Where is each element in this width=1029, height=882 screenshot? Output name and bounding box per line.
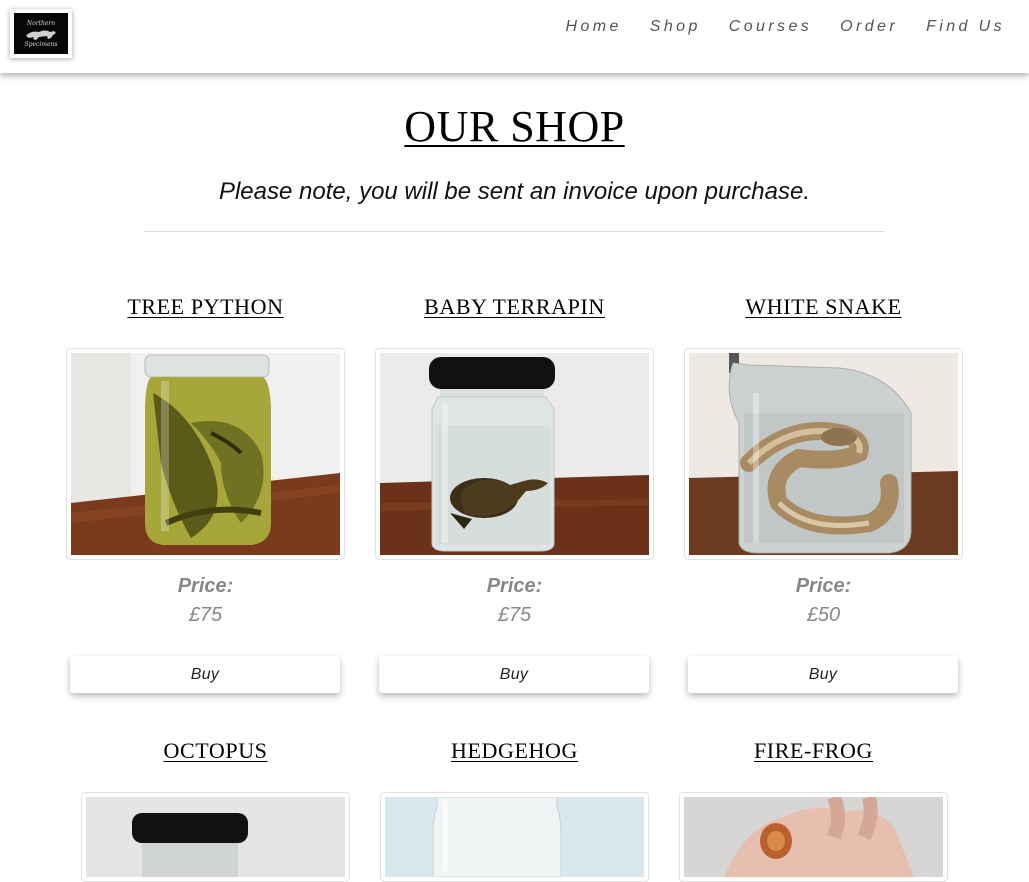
logo-text-line-1: Northern bbox=[26, 19, 56, 27]
product-title: FIRE-FROG bbox=[679, 738, 948, 764]
tree-python-photo bbox=[71, 353, 340, 555]
product-title: BABY TERRAPIN bbox=[375, 294, 654, 320]
nav-home[interactable]: Home bbox=[566, 17, 622, 37]
white-snake-photo bbox=[689, 353, 958, 555]
price-value: £75 bbox=[188, 604, 223, 626]
price-label: Price: bbox=[795, 575, 852, 597]
invoice-note: Please note, you will be sent an invoice… bbox=[218, 178, 811, 205]
product-title: TREE PYTHON bbox=[66, 294, 345, 320]
product-title: OCTOPUS bbox=[81, 738, 350, 764]
main-nav: Home Shop Courses Order Find Us bbox=[566, 17, 1005, 37]
product-image-frame[interactable] bbox=[684, 348, 963, 560]
buy-button-white-snake[interactable]: Buy bbox=[688, 656, 958, 693]
logo[interactable]: Northern Specimens bbox=[10, 9, 72, 58]
octopus-photo bbox=[86, 797, 345, 877]
product-card-white-snake: WHITE SNAKE Price: £50 Buy bbox=[684, 290, 963, 700]
product-title: HEDGEHOG bbox=[380, 738, 649, 764]
buy-button-tree-python[interactable]: Buy bbox=[70, 656, 340, 693]
product-card-octopus: OCTOPUS bbox=[81, 734, 350, 882]
product-name-link[interactable]: FIRE-FROG bbox=[754, 738, 873, 763]
product-name-link[interactable]: BABY TERRAPIN bbox=[424, 294, 605, 319]
baby-terrapin-photo bbox=[380, 353, 649, 555]
price-value: £75 bbox=[497, 604, 532, 626]
fire-frog-photo bbox=[684, 797, 943, 877]
price-label: Price: bbox=[486, 575, 543, 597]
product-card-hedgehog: HEDGEHOG bbox=[380, 734, 649, 882]
product-image-frame[interactable] bbox=[81, 792, 350, 882]
product-image-frame[interactable] bbox=[380, 792, 649, 882]
product-name-link[interactable]: OCTOPUS bbox=[163, 738, 267, 763]
divider bbox=[144, 231, 885, 232]
price-label: Price: bbox=[177, 575, 234, 597]
nav-order[interactable]: Order bbox=[840, 17, 898, 37]
nav-shop[interactable]: Shop bbox=[650, 17, 701, 37]
buy-button-baby-terrapin[interactable]: Buy bbox=[379, 656, 649, 693]
product-image-frame[interactable] bbox=[375, 348, 654, 560]
price-value: £50 bbox=[806, 604, 841, 626]
page-title-text: OUR SHOP bbox=[404, 102, 625, 151]
site-header: Northern Specimens Home Shop Courses Ord… bbox=[0, 0, 1029, 73]
dog-silhouette-icon bbox=[26, 30, 56, 40]
logo-text-line-2: Specimens bbox=[24, 40, 58, 48]
page-title: OUR SHOP bbox=[0, 102, 1029, 152]
product-card-tree-python: TREE PYTHON Price: £75 Buy bbox=[66, 290, 345, 700]
product-name-link[interactable]: TREE PYTHON bbox=[127, 294, 283, 319]
product-name-link[interactable]: HEDGEHOG bbox=[451, 738, 578, 763]
product-image-frame[interactable] bbox=[66, 348, 345, 560]
product-name-link[interactable]: WHITE SNAKE bbox=[745, 294, 901, 319]
logo-image: Northern Specimens bbox=[14, 13, 68, 54]
hedgehog-photo bbox=[385, 797, 644, 877]
product-card-fire-frog: FIRE-FROG bbox=[679, 734, 948, 882]
product-card-baby-terrapin: BABY TERRAPIN Price: £75 Buy bbox=[375, 290, 654, 700]
product-title: WHITE SNAKE bbox=[684, 294, 963, 320]
product-image-frame[interactable] bbox=[679, 792, 948, 882]
nav-courses[interactable]: Courses bbox=[729, 17, 812, 37]
nav-find-us[interactable]: Find Us bbox=[926, 17, 1005, 37]
